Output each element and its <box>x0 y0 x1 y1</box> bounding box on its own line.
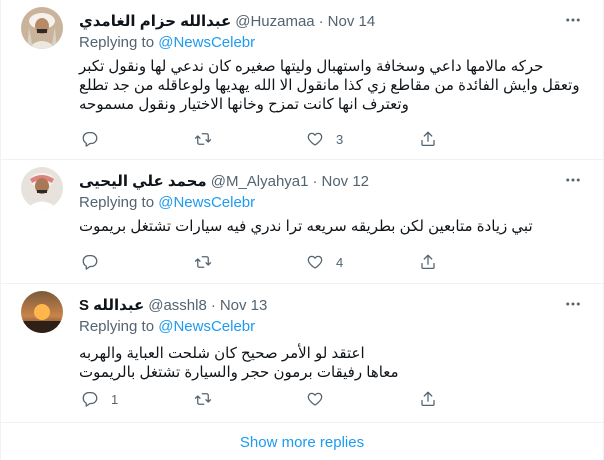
share-button[interactable] <box>419 252 532 272</box>
reply-button[interactable] <box>81 252 194 272</box>
user-handle[interactable]: @M_Alyahya1 <box>211 173 309 190</box>
replying-to: Replying to @NewsCelebr <box>79 194 255 211</box>
replying-to-label: Replying to <box>79 318 155 335</box>
tweet-text-line: تبي زيادة متابعين لكن بطريقه سريعه ترا ن… <box>79 218 533 235</box>
replying-to-label: Replying to <box>79 34 155 51</box>
user-handle[interactable]: @Huzamaa <box>235 13 314 30</box>
replies-timeline: عبدالله حزام الغامدي @Huzamaa · Nov 14 R… <box>0 0 604 460</box>
retweet-button[interactable] <box>194 129 307 149</box>
reply-icon <box>82 254 98 270</box>
tweet-text-line: وتعقل وايش الفائدة من مقاطع زي كذا مانقو… <box>79 77 580 94</box>
display-name[interactable]: عبدالله حزام الغامدي <box>79 12 231 30</box>
tweet-header: عبدالله S @asshl8 · Nov 13 <box>79 295 267 315</box>
like-count: 4 <box>336 254 344 270</box>
display-name[interactable]: عبدالله S <box>79 296 144 314</box>
separator-dot: · <box>318 12 324 30</box>
timestamp[interactable]: Nov 13 <box>220 297 268 314</box>
more-options-button[interactable] <box>561 292 585 316</box>
avatar[interactable] <box>21 291 63 333</box>
like-icon <box>307 132 323 146</box>
display-name[interactable]: محمد علي اليحيى <box>79 172 207 190</box>
tweet-text: حركه مالامها داعي وسخافة واستهبال وليتها… <box>79 57 585 114</box>
tweet-text: تبي زيادة متابعين لكن بطريقه سريعه ترا ن… <box>79 217 585 236</box>
reply-tweet[interactable]: عبدالله حزام الغامدي @Huzamaa · Nov 14 R… <box>1 0 603 160</box>
tweet-text-line: معاها رفيقات برمون حجر والسيارة تشتغل با… <box>79 364 399 381</box>
replying-to: Replying to @NewsCelebr <box>79 34 255 51</box>
like-button[interactable]: 4 <box>306 252 419 272</box>
reply-icon <box>82 391 98 407</box>
mention-link[interactable]: @NewsCelebr <box>158 318 255 335</box>
more-options-button[interactable] <box>561 8 585 32</box>
retweet-icon <box>194 393 211 405</box>
tweet-text-line: اعتقد لو الأمر صحيح كان شلحت العباية وال… <box>79 345 365 362</box>
more-icon <box>566 302 580 306</box>
tweet-text-line: وتعترف انها كانت تمزح وخانها الاختيار ون… <box>79 96 409 113</box>
reply-button[interactable] <box>81 129 194 149</box>
tweet-actions: 3 <box>81 129 531 149</box>
reply-icon <box>82 131 98 147</box>
avatar[interactable] <box>21 7 63 49</box>
avatar[interactable] <box>21 167 63 209</box>
tweet-text: اعتقد لو الأمر صحيح كان شلحت العباية وال… <box>79 344 585 382</box>
like-count: 3 <box>336 131 344 147</box>
tweet-header: عبدالله حزام الغامدي @Huzamaa · Nov 14 <box>79 11 375 31</box>
like-icon <box>307 392 323 406</box>
like-button[interactable] <box>306 389 419 409</box>
mention-link[interactable]: @NewsCelebr <box>158 34 255 51</box>
reply-tweet[interactable]: محمد علي اليحيى @M_Alyahya1 · Nov 12 Rep… <box>1 160 603 284</box>
retweet-icon <box>194 256 211 268</box>
separator-dot: · <box>210 296 216 314</box>
show-more-replies-button[interactable]: Show more replies <box>1 425 603 460</box>
reply-button[interactable]: 1 <box>81 389 194 409</box>
tweet-actions: 1 <box>81 389 531 409</box>
share-icon <box>420 391 435 407</box>
tweet-header: محمد علي اليحيى @M_Alyahya1 · Nov 12 <box>79 171 369 191</box>
like-button[interactable]: 3 <box>306 129 419 149</box>
mention-link[interactable]: @NewsCelebr <box>158 194 255 211</box>
reply-count: 1 <box>111 391 119 407</box>
retweet-icon <box>194 133 211 145</box>
replying-to-label: Replying to <box>79 194 155 211</box>
tweet-actions: 4 <box>81 252 531 272</box>
tweet-text-line: حركه مالامها داعي وسخافة واستهبال وليتها… <box>79 58 544 75</box>
retweet-button[interactable] <box>194 252 307 272</box>
more-icon <box>566 18 580 22</box>
share-icon <box>420 254 435 270</box>
more-icon <box>566 178 580 182</box>
like-icon <box>307 255 323 269</box>
separator-dot: · <box>312 172 318 190</box>
timestamp[interactable]: Nov 12 <box>322 173 370 190</box>
user-handle[interactable]: @asshl8 <box>148 297 207 314</box>
share-icon <box>420 131 435 147</box>
retweet-button[interactable] <box>194 389 307 409</box>
reply-tweet[interactable]: عبدالله S @asshl8 · Nov 13 Replying to @… <box>1 284 603 423</box>
timestamp[interactable]: Nov 14 <box>328 13 376 30</box>
replying-to: Replying to @NewsCelebr <box>79 318 255 335</box>
share-button[interactable] <box>419 389 532 409</box>
share-button[interactable] <box>419 129 532 149</box>
more-options-button[interactable] <box>561 168 585 192</box>
